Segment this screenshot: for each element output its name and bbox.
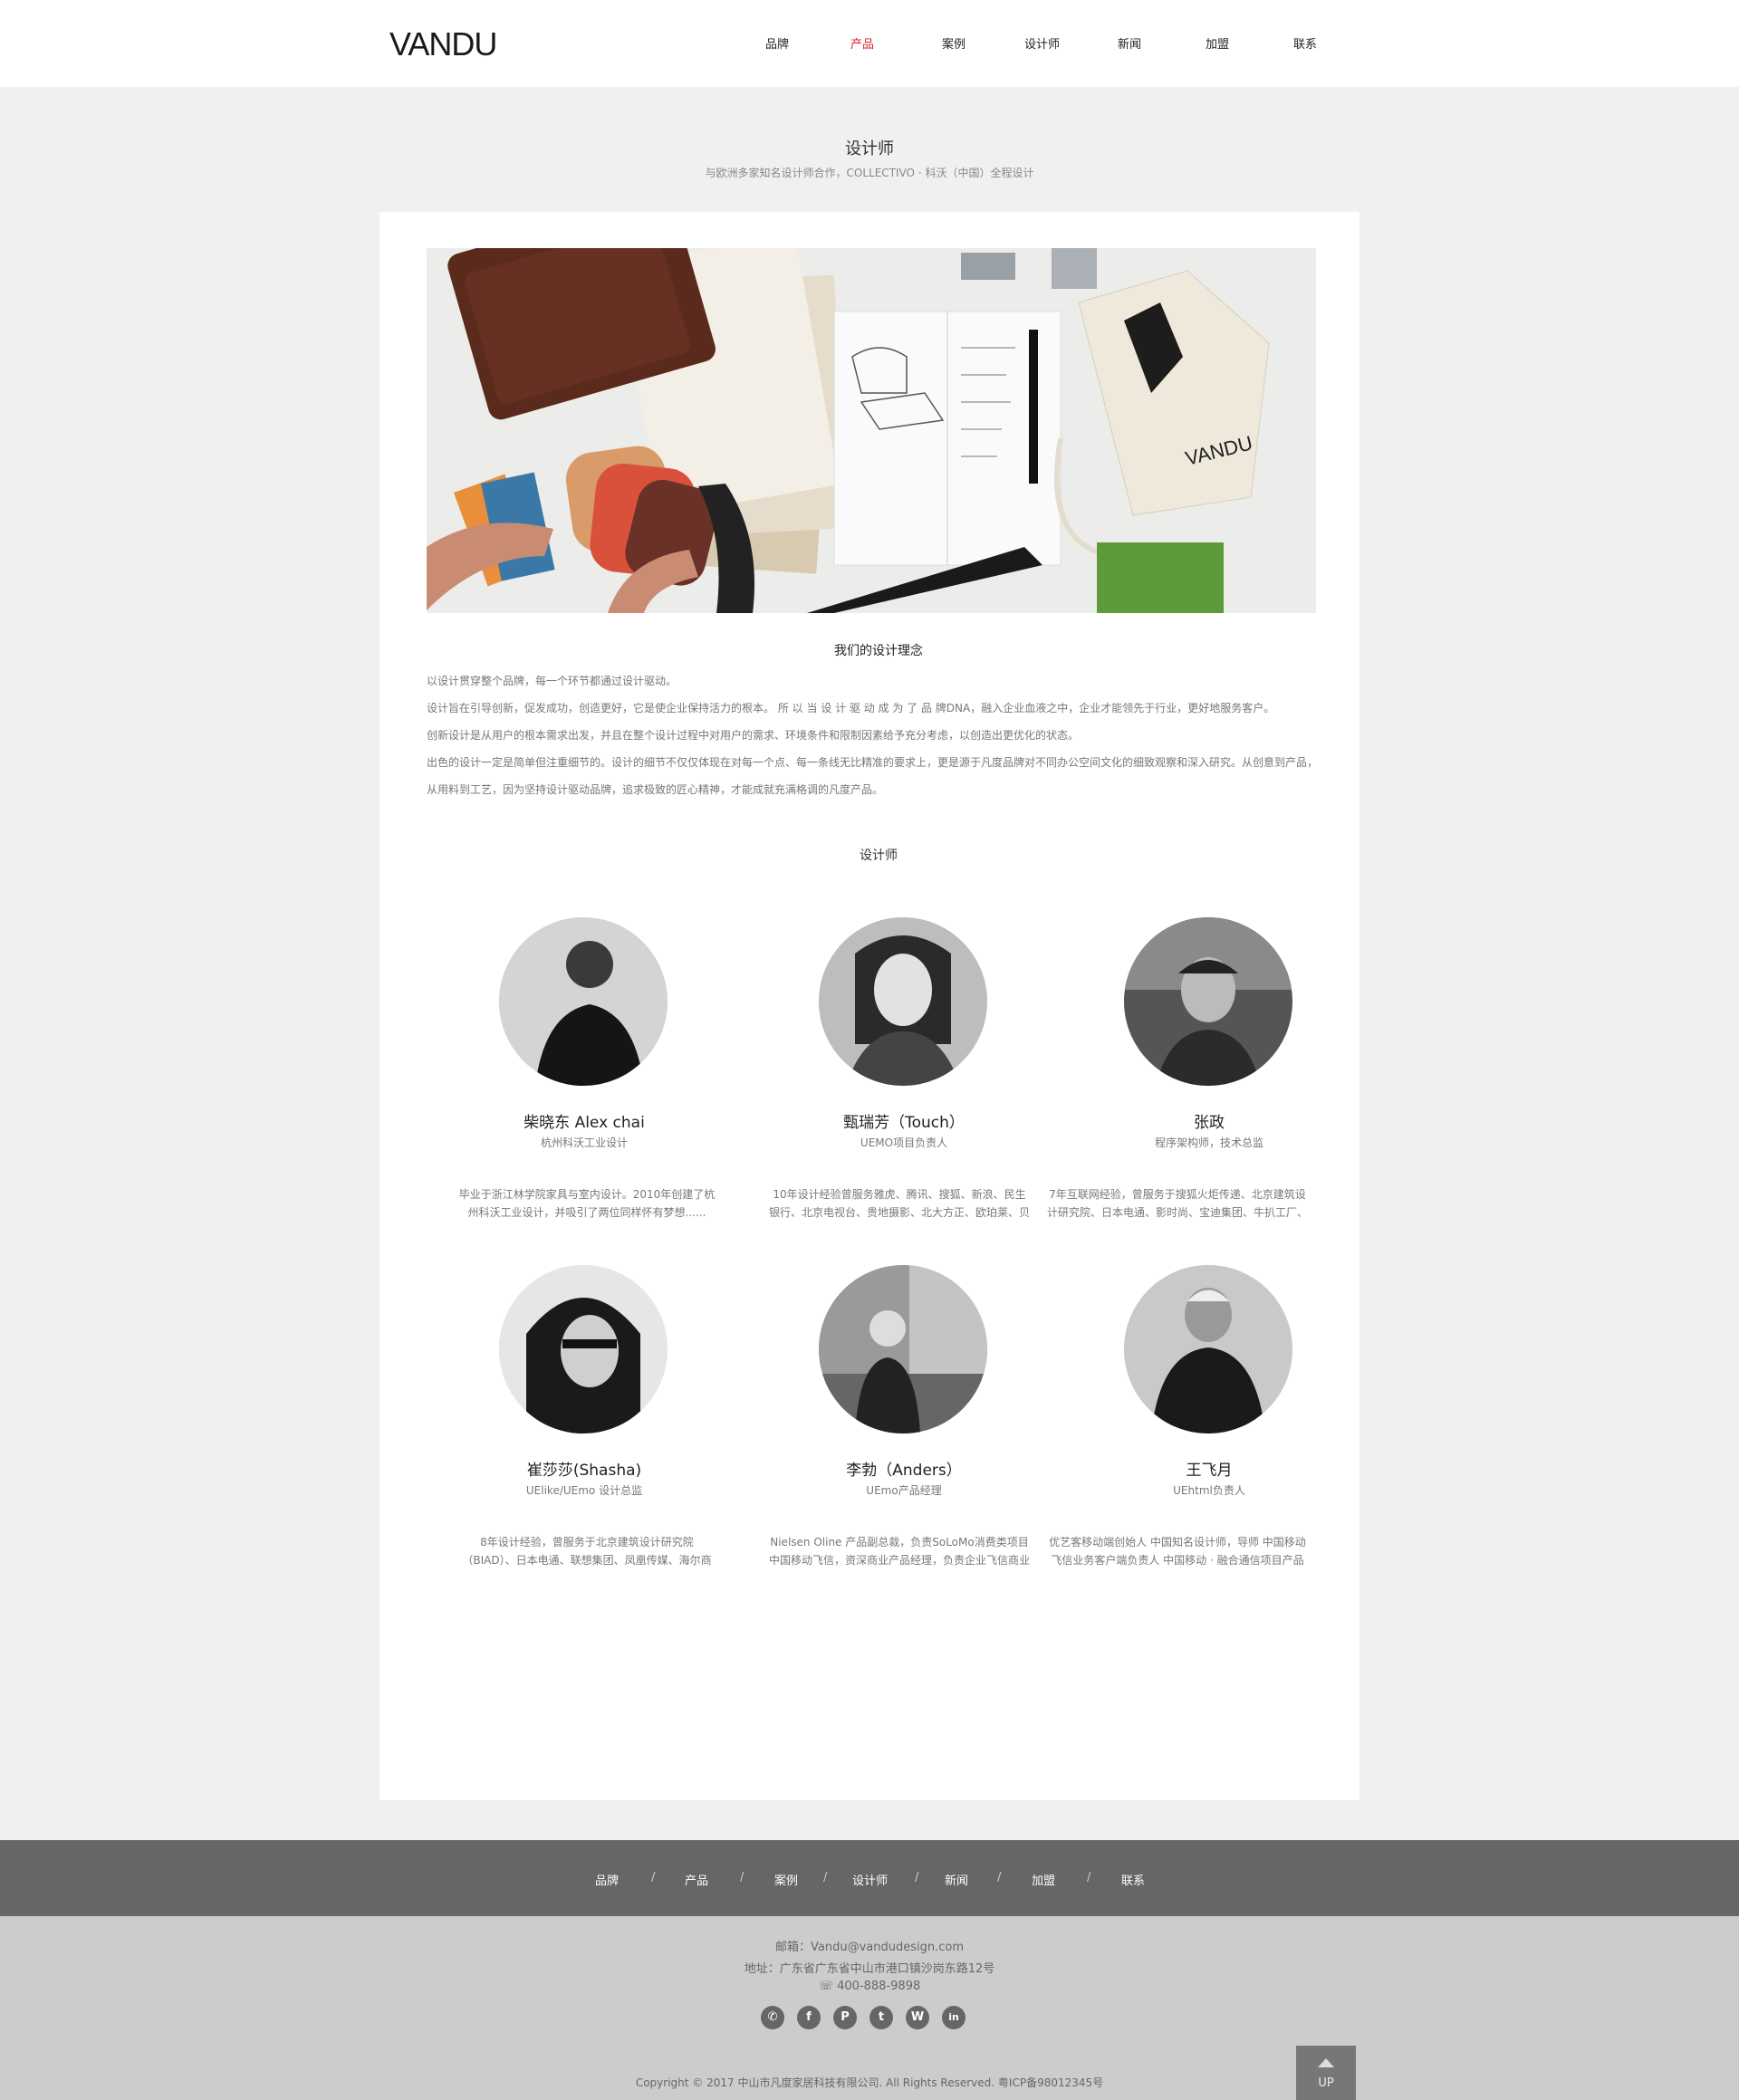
linkedin-icon[interactable]: in xyxy=(942,2006,966,2029)
designer-card[interactable]: 李勃（Anders） UEmo产品经理 Nielsen Oline 产品副总裁，… xyxy=(732,1265,1030,1591)
philosophy-paragraph: 创新设计是从用户的根本需求出发，并且在整个设计过程中对用户的需求、环境条件和限制… xyxy=(427,729,1080,742)
nav-item-contact[interactable]: 联系 xyxy=(1293,34,1317,52)
designer-avatar[interactable] xyxy=(499,1265,668,1434)
designer-bio: 毕业于浙江林学院家具与室内设计。2010年创建了杭州科沃工业设计，并吸引了两位同… xyxy=(458,1188,716,1219)
site-logo[interactable]: VANDU xyxy=(389,25,497,63)
footer-nav: 品牌 / 产品 / 案例 / 设计师 / 新闻 / 加盟 / 联系 xyxy=(0,1840,1739,1916)
pinterest-icon[interactable]: P xyxy=(833,2006,857,2029)
footer-nav-separator: / xyxy=(651,1871,656,1884)
site-header: VANDU 品牌 产品 案例 设计师 新闻 加盟 联系 xyxy=(0,0,1739,87)
designer-role: UEhtml负责人 xyxy=(1173,1484,1245,1497)
designer-avatar[interactable] xyxy=(1124,917,1292,1086)
designers-section-title: 设计师 xyxy=(860,849,898,863)
designer-card[interactable]: 柴晓东 Alex chai 杭州科沃工业设计 毕业于浙江林学院家具与室内设计。2… xyxy=(412,917,715,1243)
back-to-top-button[interactable]: UP xyxy=(1296,2046,1356,2100)
designer-portrait xyxy=(499,1265,668,1434)
footer-phone: ☏ 400-888-9898 xyxy=(0,1980,1739,1993)
nav-item-news[interactable]: 新闻 xyxy=(1118,34,1141,52)
philosophy-paragraph: 出色的设计一定是简单但注重细节的。设计的细节不仅仅体现在对每一个点、每一条线无比… xyxy=(427,756,1319,796)
footer-nav-separator: / xyxy=(915,1871,919,1884)
philosophy-paragraph: 设计旨在引导创新，促发成功，创造更好，它是使企业保持活力的根本。 所 以 当 设… xyxy=(427,702,1275,714)
content-card: VANDU 我们的设计理念 以设计贯穿整个品牌，每一个环节都通过设计驱动。 设计… xyxy=(380,212,1359,1800)
nav-item-join[interactable]: 加盟 xyxy=(1206,34,1229,52)
facebook-icon[interactable]: f xyxy=(797,2006,821,2029)
designer-bio: 优艺客移动端创始人 中国知名设计师，导师 中国移动飞信业务客户端负责人 中国移动… xyxy=(1049,1536,1306,1567)
footer-nav-separator: / xyxy=(823,1871,828,1884)
designer-name: 李勃（Anders） xyxy=(846,1462,962,1480)
footer-address: 地址：广东省广东省中山市港口镇沙岗东路12号 xyxy=(744,1962,995,1976)
philosophy-text: 以设计贯穿整个品牌，每一个环节都通过设计驱动。 设计旨在引导创新，促发成功，创造… xyxy=(427,667,1323,803)
designer-name: 柴晓东 Alex chai xyxy=(524,1114,645,1132)
weibo-icon[interactable]: W xyxy=(906,2006,929,2029)
twitter-icon[interactable]: t xyxy=(870,2006,893,2029)
designer-name: 甄瑞芳（Touch） xyxy=(843,1114,965,1132)
designer-role: 杭州科沃工业设计 xyxy=(540,1136,628,1149)
designer-name: 崔莎莎(Shasha) xyxy=(526,1462,642,1480)
nav-item-cases[interactable]: 案例 xyxy=(942,34,966,52)
footer-nav-separator: / xyxy=(740,1871,745,1884)
designer-card[interactable]: 崔莎莎(Shasha) UElike/UEmo 设计总监 8年设计经验，曾服务于… xyxy=(412,1265,712,1591)
nav-item-designers[interactable]: 设计师 xyxy=(1024,34,1060,52)
philosophy-title: 我们的设计理念 xyxy=(834,644,923,658)
designer-portrait xyxy=(819,917,987,1086)
designer-avatar[interactable] xyxy=(499,917,668,1086)
page-subtitle: 与欧洲多家知名设计师合作，COLLECTIVO · 科沃（中国）全程设计 xyxy=(705,167,1034,179)
designer-bio: 7年互联网经验，曾服务于搜狐火炬传递、北京建筑设计研究院、日本电通、影时尚、宝迪… xyxy=(1046,1188,1308,1219)
philosophy-paragraph: 以设计贯穿整个品牌，每一个环节都通过设计驱动。 xyxy=(427,675,677,687)
wechat-icon[interactable]: ✆ xyxy=(761,2006,784,2029)
designer-avatar[interactable] xyxy=(1124,1265,1292,1434)
page-title: 设计师 xyxy=(845,139,894,158)
footer-nav-news[interactable]: 新闻 xyxy=(945,1871,968,1888)
footer-email: 邮箱：Vandu@vandudesign.com xyxy=(775,1941,964,1954)
footer-nav-designers[interactable]: 设计师 xyxy=(852,1871,888,1888)
arrow-up-icon xyxy=(1318,2058,1334,2067)
footer-nav-brand[interactable]: 品牌 xyxy=(595,1871,619,1888)
designer-role: UEmo产品经理 xyxy=(866,1484,942,1497)
hero-image: VANDU xyxy=(427,248,1316,613)
social-links: ✆ f P t W in xyxy=(761,2006,978,2031)
footer-nav-contact[interactable]: 联系 xyxy=(1121,1871,1145,1888)
back-to-top-label: UP xyxy=(1318,2076,1334,2090)
designer-portrait xyxy=(499,917,668,1086)
designer-portrait xyxy=(819,1265,987,1434)
footer-nav-products[interactable]: 产品 xyxy=(685,1871,708,1888)
designer-role: UElike/UEmo 设计总监 xyxy=(525,1484,643,1497)
nav-item-products[interactable]: 产品 xyxy=(850,34,874,52)
designer-name: 张政 xyxy=(1194,1114,1225,1132)
footer-nav-separator: / xyxy=(1087,1871,1091,1884)
designer-name: 王飞月 xyxy=(1186,1462,1233,1480)
design-materials-illustration: VANDU xyxy=(427,248,1316,613)
footer-phone-number: 400-888-9898 xyxy=(837,1980,921,1993)
designer-bio: Nielsen Oline 产品副总裁，负责SoLoMo消费类项目 中国移动飞信… xyxy=(768,1536,1030,1567)
footer-nav-separator: / xyxy=(997,1871,1002,1884)
phone-icon: ☏ xyxy=(818,1980,838,1993)
designer-card[interactable]: 王飞月 UEhtml负责人 优艺客移动端创始人 中国知名设计师，导师 中国移动飞… xyxy=(1049,1265,1341,1591)
designer-bio: 10年设计经验曾服务雅虎、腾讯、搜狐、新浪、民生银行、北京电视台、贵地摄影、北大… xyxy=(768,1188,1030,1219)
site-footer: 邮箱：Vandu@vandudesign.com 地址：广东省广东省中山市港口镇… xyxy=(0,1916,1739,2100)
nav-item-brand[interactable]: 品牌 xyxy=(765,34,789,52)
designer-bio: 8年设计经验，曾服务于北京建筑设计研究院（BIAD）、日本电通、联想集团、凤凰传… xyxy=(462,1536,712,1567)
designer-card[interactable]: 张政 程序架构师，技术总监 7年互联网经验，曾服务于搜狐火炬传递、北京建筑设计研… xyxy=(1047,917,1341,1243)
main-nav: 品牌 产品 案例 设计师 新闻 加盟 联系 xyxy=(725,34,1340,53)
copyright: Copyright © 2017 中山市凡度家居科技有限公司. All Righ… xyxy=(635,2076,1104,2089)
footer-nav-join[interactable]: 加盟 xyxy=(1032,1871,1055,1888)
footer-nav-cases[interactable]: 案例 xyxy=(774,1871,798,1888)
designer-role: 程序架构师，技术总监 xyxy=(1154,1136,1263,1149)
designer-card[interactable]: 甄瑞芳（Touch） UEMO项目负责人 10年设计经验曾服务雅虎、腾讯、搜狐、… xyxy=(732,917,1030,1243)
designer-portrait xyxy=(1124,917,1292,1086)
designer-avatar[interactable] xyxy=(819,1265,987,1434)
designer-avatar[interactable] xyxy=(819,917,987,1086)
designer-portrait xyxy=(1124,1265,1292,1434)
designer-role: UEMO项目负责人 xyxy=(860,1136,948,1149)
